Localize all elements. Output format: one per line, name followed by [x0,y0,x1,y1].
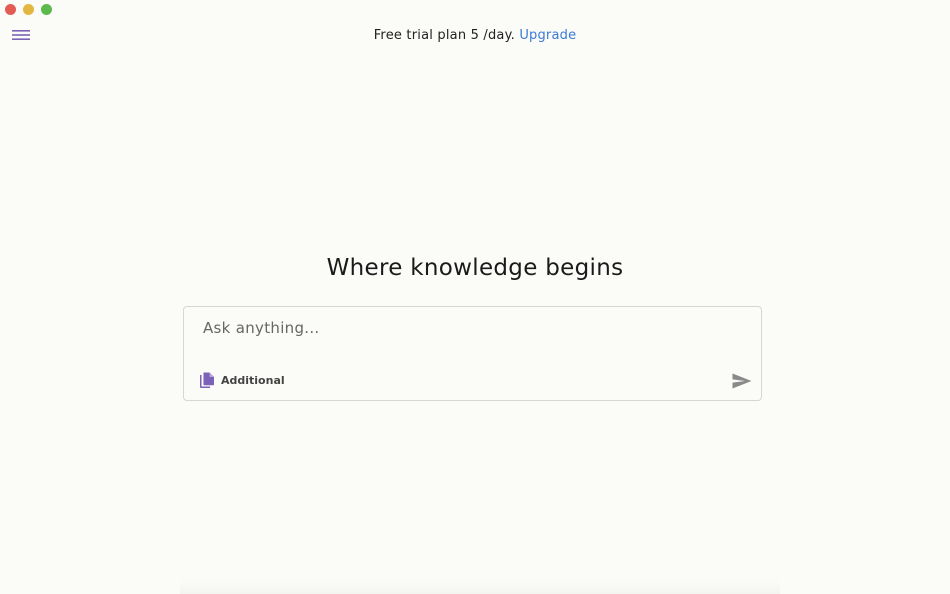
additional-label: Additional [221,374,285,387]
minimize-window-button[interactable] [23,4,34,15]
ask-input[interactable] [203,319,723,337]
send-icon [732,373,752,389]
trial-banner: Free trial plan 5 /day. Upgrade [0,28,950,43]
app-window: Free trial plan 5 /day. Upgrade Where kn… [0,0,950,594]
upgrade-link[interactable]: Upgrade [519,28,576,43]
bottom-shadow [180,580,780,594]
close-window-button[interactable] [5,4,16,15]
additional-button[interactable]: Additional [199,372,285,389]
copy-documents-icon [200,372,214,388]
window-controls [5,4,52,15]
page-title: Where knowledge begins [326,255,624,281]
trial-text: Free trial plan 5 /day. [373,28,515,43]
ask-box: Additional [183,306,762,401]
zoom-window-button[interactable] [41,4,52,15]
send-button[interactable] [732,373,752,389]
